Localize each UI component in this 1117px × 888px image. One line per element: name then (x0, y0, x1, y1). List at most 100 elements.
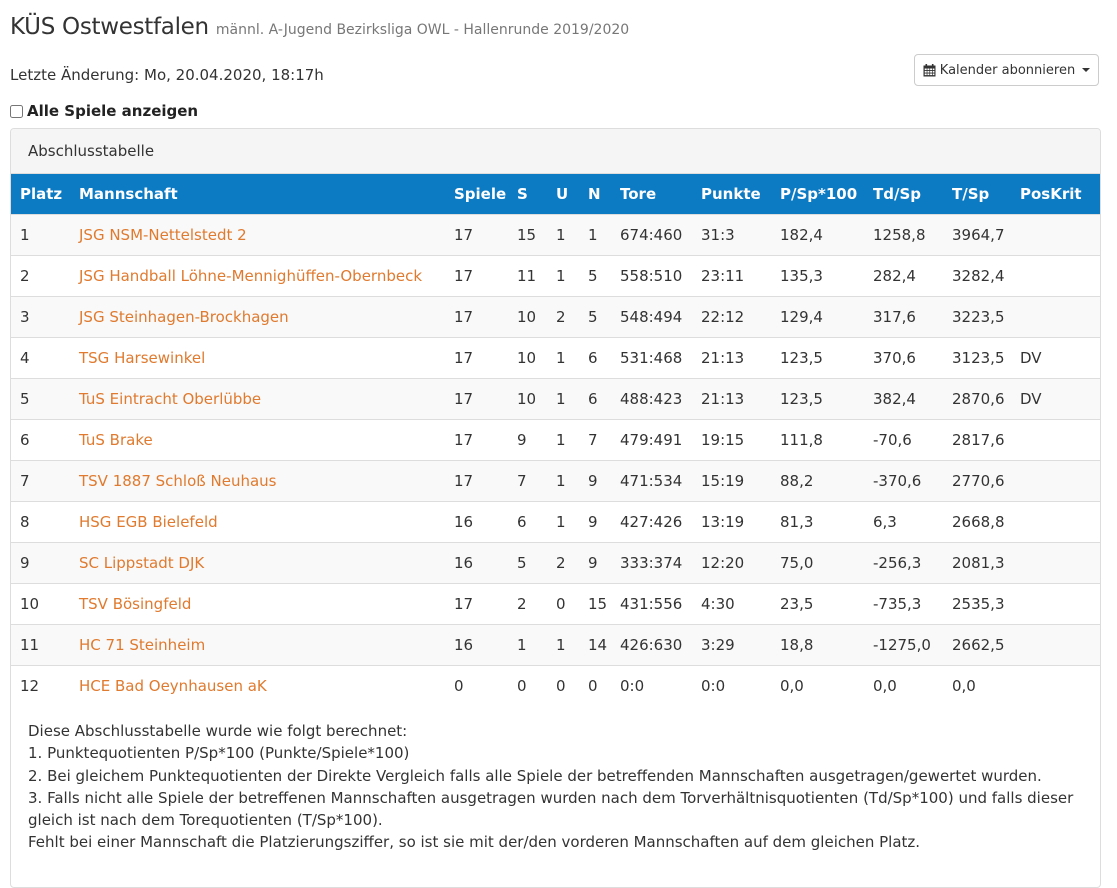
caret-down-icon (1082, 68, 1091, 72)
team-link[interactable]: TuS Eintracht Oberlübbe (79, 390, 261, 408)
table-cell: 9 (588, 471, 598, 490)
team-link[interactable]: HSG EGB Bielefeld (79, 513, 218, 531)
table-cell: 0 (517, 676, 527, 695)
table-cell: 1 (556, 430, 566, 449)
table-cell: 10 (517, 389, 537, 408)
team-link[interactable]: JSG Steinhagen-Brockhagen (79, 308, 289, 326)
column-header: Spiele (454, 184, 507, 203)
table-cell: 9 (588, 553, 598, 572)
table-cell: 4:30 (701, 594, 735, 613)
page-title: KÜS Ostwestfalen (10, 14, 209, 40)
table-cell: -256,3 (873, 553, 922, 572)
calendar-icon (923, 63, 936, 76)
table-row: 10 TSV Bösingfeld 17 2 0 15 431:556 4:30 23,5 -73… (11, 583, 1100, 624)
team-link[interactable]: JSG Handball Löhne-Mennighüffen-Obernbec… (79, 267, 422, 285)
team-cell: TuS Eintracht Oberlübbe (70, 378, 445, 419)
column-header: S (517, 184, 528, 203)
table-cell: 3:29 (701, 635, 735, 654)
table-row: 2 JSG Handball Löhne-Mennighüffen-Obernbe… (11, 255, 1100, 296)
table-cell: 16 (454, 635, 474, 654)
table-cell: 12:20 (701, 553, 745, 572)
table-cell: 22:12 (701, 307, 745, 326)
table-cell: 13:19 (701, 512, 745, 531)
table-cell: 17 (454, 307, 474, 326)
table-cell: 3223,5 (952, 307, 1005, 326)
table-cell: 23,5 (780, 594, 814, 613)
table-cell: 427:426 (620, 512, 683, 531)
table-cell: 17 (454, 225, 474, 244)
table-cell: 548:494 (620, 307, 683, 326)
table-cell: 2535,3 (952, 594, 1005, 613)
table-cell: 5 (588, 266, 598, 285)
table-cell: 2 (20, 266, 30, 285)
table-cell (1011, 460, 1100, 501)
last-updated: Letzte Änderung: Mo, 20.04.2020, 18:17h (10, 66, 324, 84)
note-line: 3. Falls nicht alle Spiele der betreffen… (28, 788, 1074, 830)
table-cell: 2668,8 (952, 512, 1005, 531)
table-cell: 333:374 (620, 553, 683, 572)
table-cell: 370,6 (873, 348, 916, 367)
table-header-row: Platz Mannschaft Spiele S U N Tore Punkte P/Sp*1… (11, 174, 1100, 214)
table-row: 1 JSG NSM-Nettelstedt 2 17 15 1 1 674:460 31:3 1… (11, 214, 1100, 255)
table-cell: 21:13 (701, 389, 745, 408)
team-link[interactable]: TSG Harsewinkel (79, 349, 205, 367)
table-row: 11 HC 71 Steinheim 16 1 1 14 426:630 3:29 18,8 -1… (11, 624, 1100, 665)
table-cell: 15 (588, 594, 608, 613)
table-cell: 16 (454, 553, 474, 572)
panel-heading: Abschlusstabelle (11, 129, 1100, 174)
column-header: Punkte (701, 184, 761, 203)
team-link[interactable]: TuS Brake (79, 431, 153, 449)
team-link[interactable]: JSG NSM-Nettelstedt 2 (79, 226, 247, 244)
table-cell: 17 (454, 430, 474, 449)
table-cell: 2 (556, 553, 566, 572)
table-cell: 135,3 (780, 266, 823, 285)
table-cell: 75,0 (780, 553, 814, 572)
table-cell: 8 (20, 512, 30, 531)
table-cell: 0 (454, 676, 464, 695)
table-cell: 531:468 (620, 348, 683, 367)
table-cell: 129,4 (780, 307, 823, 326)
team-cell: TSG Harsewinkel (70, 337, 445, 378)
column-header: N (588, 184, 601, 203)
team-link[interactable]: TSV 1887 Schloß Neuhaus (79, 472, 276, 490)
table-cell (1011, 214, 1100, 255)
team-link[interactable]: SC Lippstadt DJK (79, 554, 204, 572)
team-link[interactable]: HC 71 Steinheim (79, 636, 205, 654)
table-cell: 479:491 (620, 430, 683, 449)
table-cell: 6 (517, 512, 527, 531)
calendar-subscribe-button[interactable]: Kalender abonnieren (914, 54, 1099, 86)
table-row: 9 SC Lippstadt DJK 16 5 2 9 333:374 12:20 75,0 -2… (11, 542, 1100, 583)
table-cell: 382,4 (873, 389, 916, 408)
table-cell: 10 (517, 307, 537, 326)
standings-panel: Abschlusstabelle Platz Mannschaft Spiele S U… (10, 128, 1101, 888)
table-row: 3 JSG Steinhagen-Brockhagen 17 10 2 5 548:494 2… (11, 296, 1100, 337)
table-cell: -1275,0 (873, 635, 931, 654)
column-header: PosKrit (1020, 184, 1082, 203)
show-all-games-label: Alle Spiele anzeigen (27, 102, 199, 120)
team-link[interactable]: HCE Bad Oeynhausen aK (79, 677, 267, 695)
standings-table: Platz Mannschaft Spiele S U N Tore Punkte P/Sp*1… (11, 174, 1100, 706)
table-cell: 1 (556, 348, 566, 367)
table-cell: 317,6 (873, 307, 916, 326)
show-all-games-checkbox[interactable] (10, 104, 23, 118)
table-cell: 11 (517, 266, 537, 285)
table-row: 8 HSG EGB Bielefeld 16 6 1 9 427:426 13:19 81,3 6… (11, 501, 1100, 542)
table-cell: 1 (556, 389, 566, 408)
table-row: 4 TSG Harsewinkel 17 10 1 6 531:468 21:13 123,5 3… (11, 337, 1100, 378)
team-link[interactable]: TSV Bösingfeld (79, 595, 191, 613)
team-cell: HCE Bad Oeynhausen aK (70, 665, 445, 706)
table-cell: 1 (556, 512, 566, 531)
table-cell: 6 (20, 430, 30, 449)
table-cell: 2 (556, 307, 566, 326)
table-row: 6 TuS Brake 17 9 1 7 479:491 19:15 111,8 -70,6 281… (11, 419, 1100, 460)
table-cell: 1 (556, 471, 566, 490)
show-all-games-toggle[interactable]: Alle Spiele anzeigen (10, 102, 198, 120)
note-line: 2. Bei gleichem Punktequotienten der Dir… (28, 766, 1042, 785)
table-cell: 2662,5 (952, 635, 1005, 654)
table-cell: 15:19 (701, 471, 745, 490)
table-cell: 9 (20, 553, 30, 572)
table-cell: 5 (517, 553, 527, 572)
team-cell: TSV Bösingfeld (70, 583, 445, 624)
table-cell: 558:510 (620, 266, 683, 285)
calculation-notes: Diese Abschlusstabelle wurde wie folgt b… (11, 706, 1100, 854)
